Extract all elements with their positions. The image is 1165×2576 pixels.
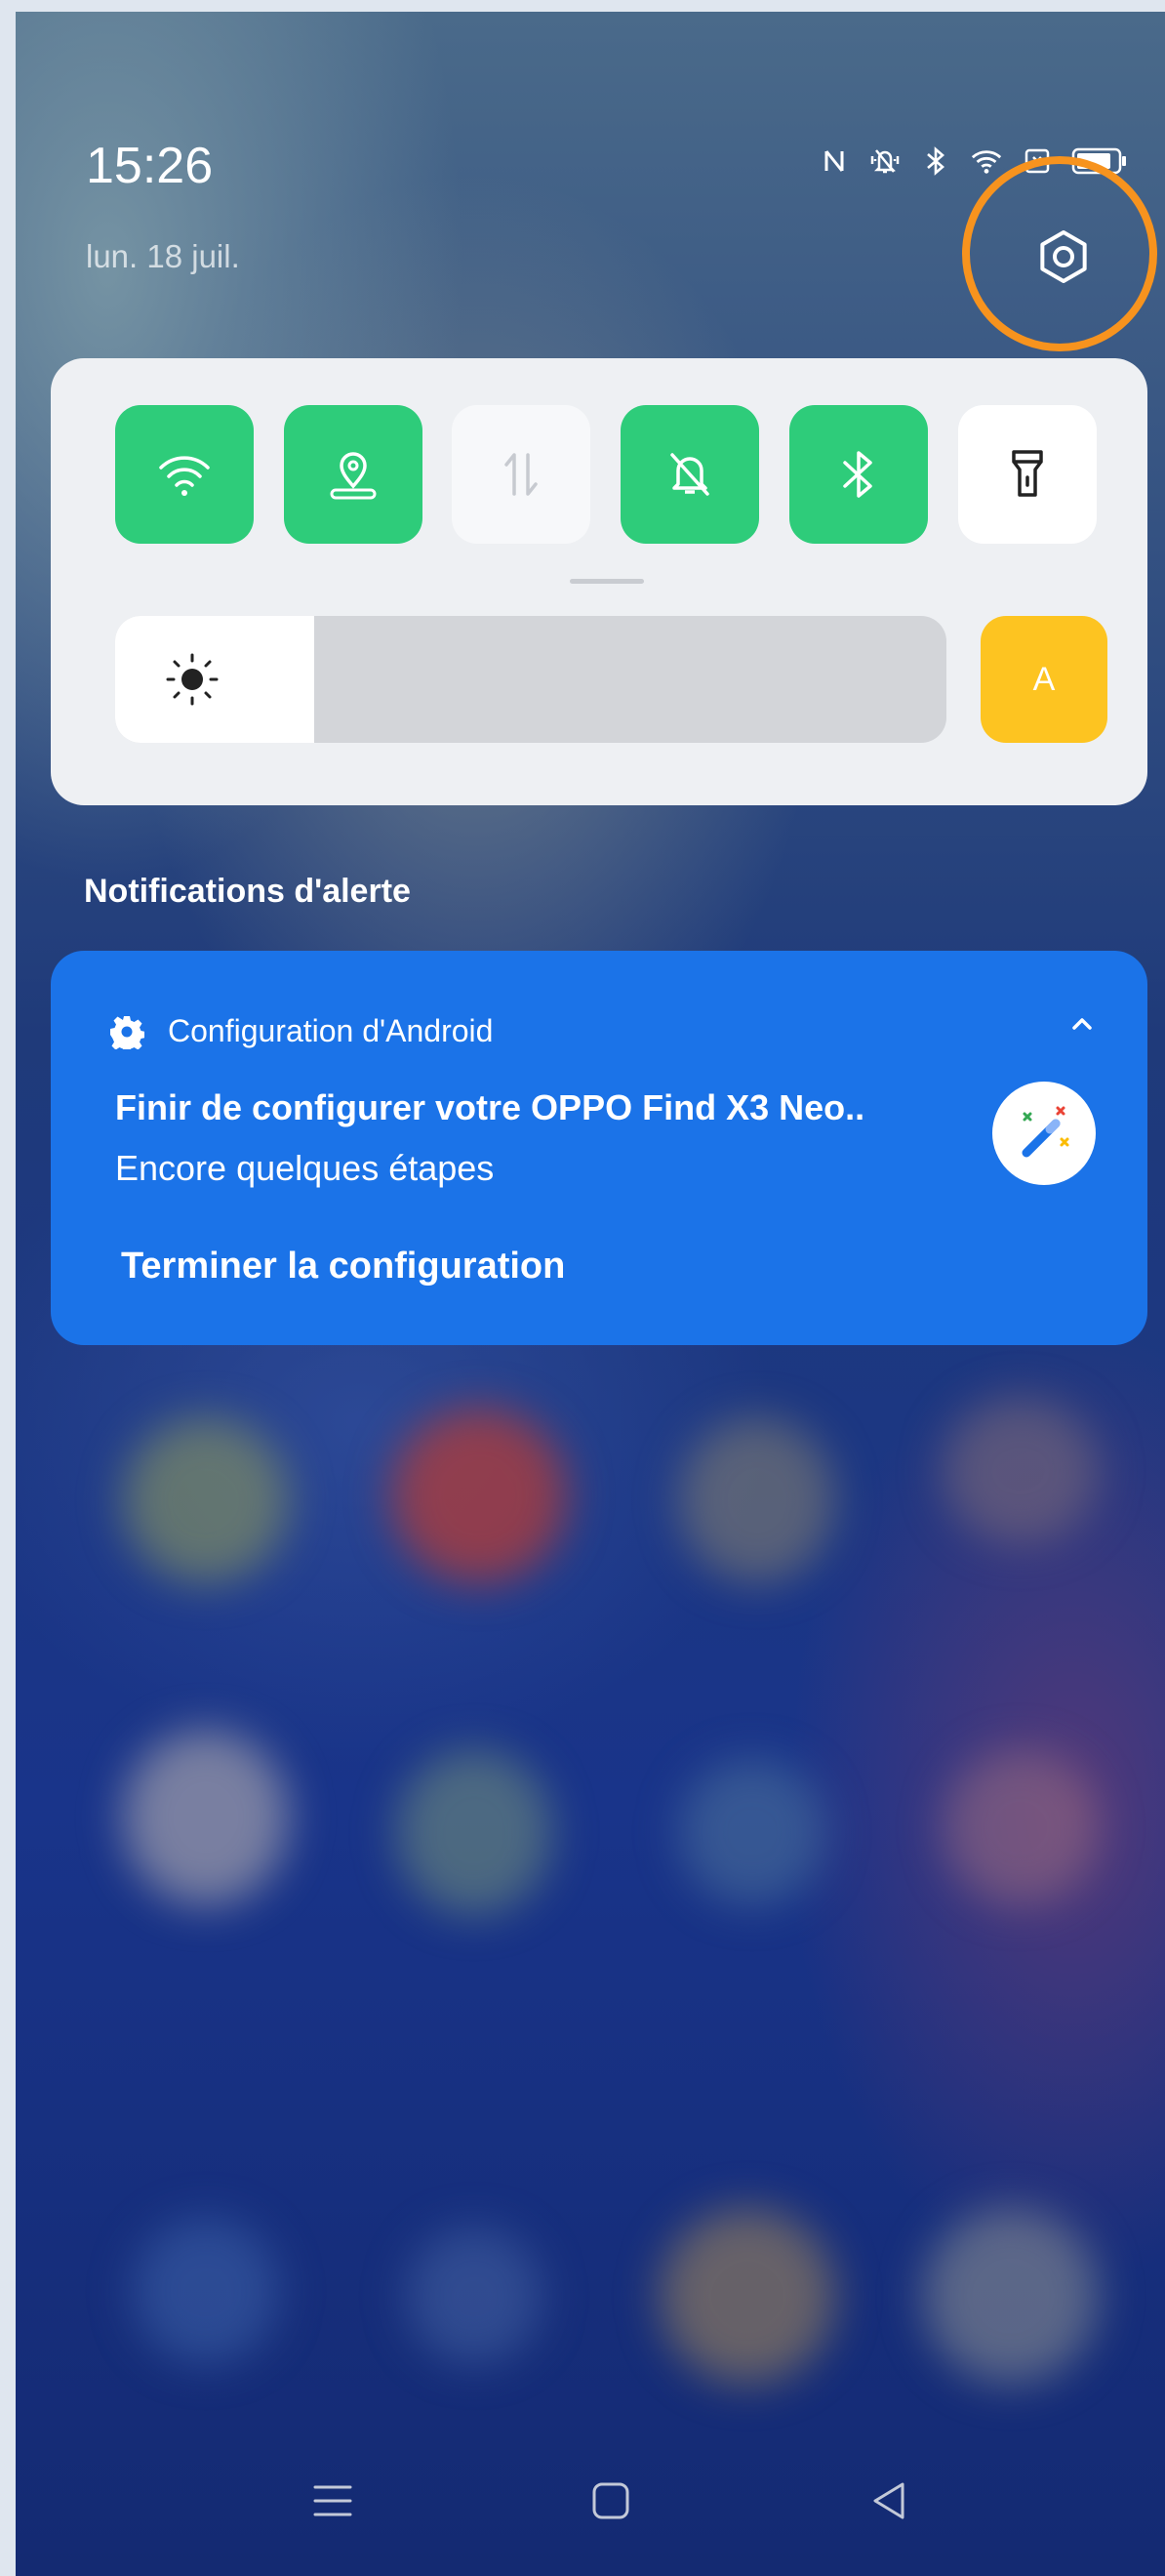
collapse-button[interactable] <box>1069 1015 1095 1038</box>
blurred-app-icon <box>660 2208 835 2384</box>
blurred-app-icon <box>133 2218 279 2364</box>
back-button[interactable] <box>855 2472 923 2530</box>
tile-wifi[interactable] <box>115 405 254 544</box>
notification-title: Finir de configurer votre OPPO Find X3 N… <box>115 1087 865 1127</box>
chevron-up-icon <box>1072 1018 1092 1030</box>
menu-icon <box>313 2485 352 2516</box>
finish-setup-button[interactable]: Terminer la configuration <box>121 1246 565 1288</box>
notifications-section-title: Notifications d'alerte <box>84 873 411 910</box>
data-arrows-icon <box>504 453 538 496</box>
blurred-app-icon <box>123 1417 289 1583</box>
home-icon <box>592 2482 629 2519</box>
tile-silent-mode[interactable] <box>621 405 759 544</box>
blurred-app-icon <box>391 1408 567 1583</box>
blurred-app-icon <box>406 2228 542 2364</box>
flashlight-icon <box>1012 450 1043 497</box>
auto-brightness-button[interactable]: A <box>981 616 1107 743</box>
blurred-app-icon <box>943 1749 1099 1905</box>
bluetooth-icon <box>919 144 952 178</box>
blurred-app-icon <box>679 1759 825 1905</box>
menu-button[interactable] <box>299 2472 367 2530</box>
blurred-app-icon <box>123 1730 289 1905</box>
blurred-app-icon <box>679 1417 835 1583</box>
tile-bluetooth[interactable] <box>789 405 928 544</box>
tile-location[interactable] <box>284 405 422 544</box>
wifi-icon <box>159 456 210 496</box>
location-icon <box>330 452 377 500</box>
navigation-bar <box>16 2452 1165 2550</box>
magic-wand-icon <box>1022 1106 1069 1158</box>
home-button[interactable] <box>577 2472 645 2530</box>
wifi-icon <box>970 144 1003 178</box>
blurred-app-icon <box>396 1749 552 1915</box>
phone-screen: 15:26 lun. 18 juil. A Notifications d'al… <box>16 12 1165 2576</box>
brightness-icon <box>166 653 219 706</box>
quick-settings-panel: A <box>51 358 1147 805</box>
highlight-ring <box>962 156 1157 351</box>
tile-flashlight[interactable] <box>958 405 1097 544</box>
tile-mobile-data[interactable] <box>452 405 590 544</box>
bluetooth-icon <box>843 451 872 498</box>
back-icon <box>873 2482 904 2519</box>
brightness-slider[interactable] <box>115 616 946 743</box>
notification-card[interactable]: Configuration d'Android Finir de configu… <box>51 951 1147 1345</box>
bell-off-icon <box>670 453 709 496</box>
expand-handle[interactable] <box>570 579 644 584</box>
notification-app-name: Configuration d'Android <box>168 1013 494 1048</box>
gear-icon <box>110 1015 144 1049</box>
vibrate-icon <box>868 144 902 178</box>
blurred-app-icon <box>943 1398 1099 1544</box>
blurred-app-icon <box>923 2208 1099 2384</box>
setup-app-icon <box>992 1082 1096 1185</box>
notification-header: Configuration d'Android <box>109 1013 493 1049</box>
notification-subtitle: Encore quelques étapes <box>115 1148 495 1188</box>
date-label: lun. 18 juil. <box>86 238 240 274</box>
nfc-icon <box>818 144 851 178</box>
clock: 15:26 <box>86 138 214 194</box>
